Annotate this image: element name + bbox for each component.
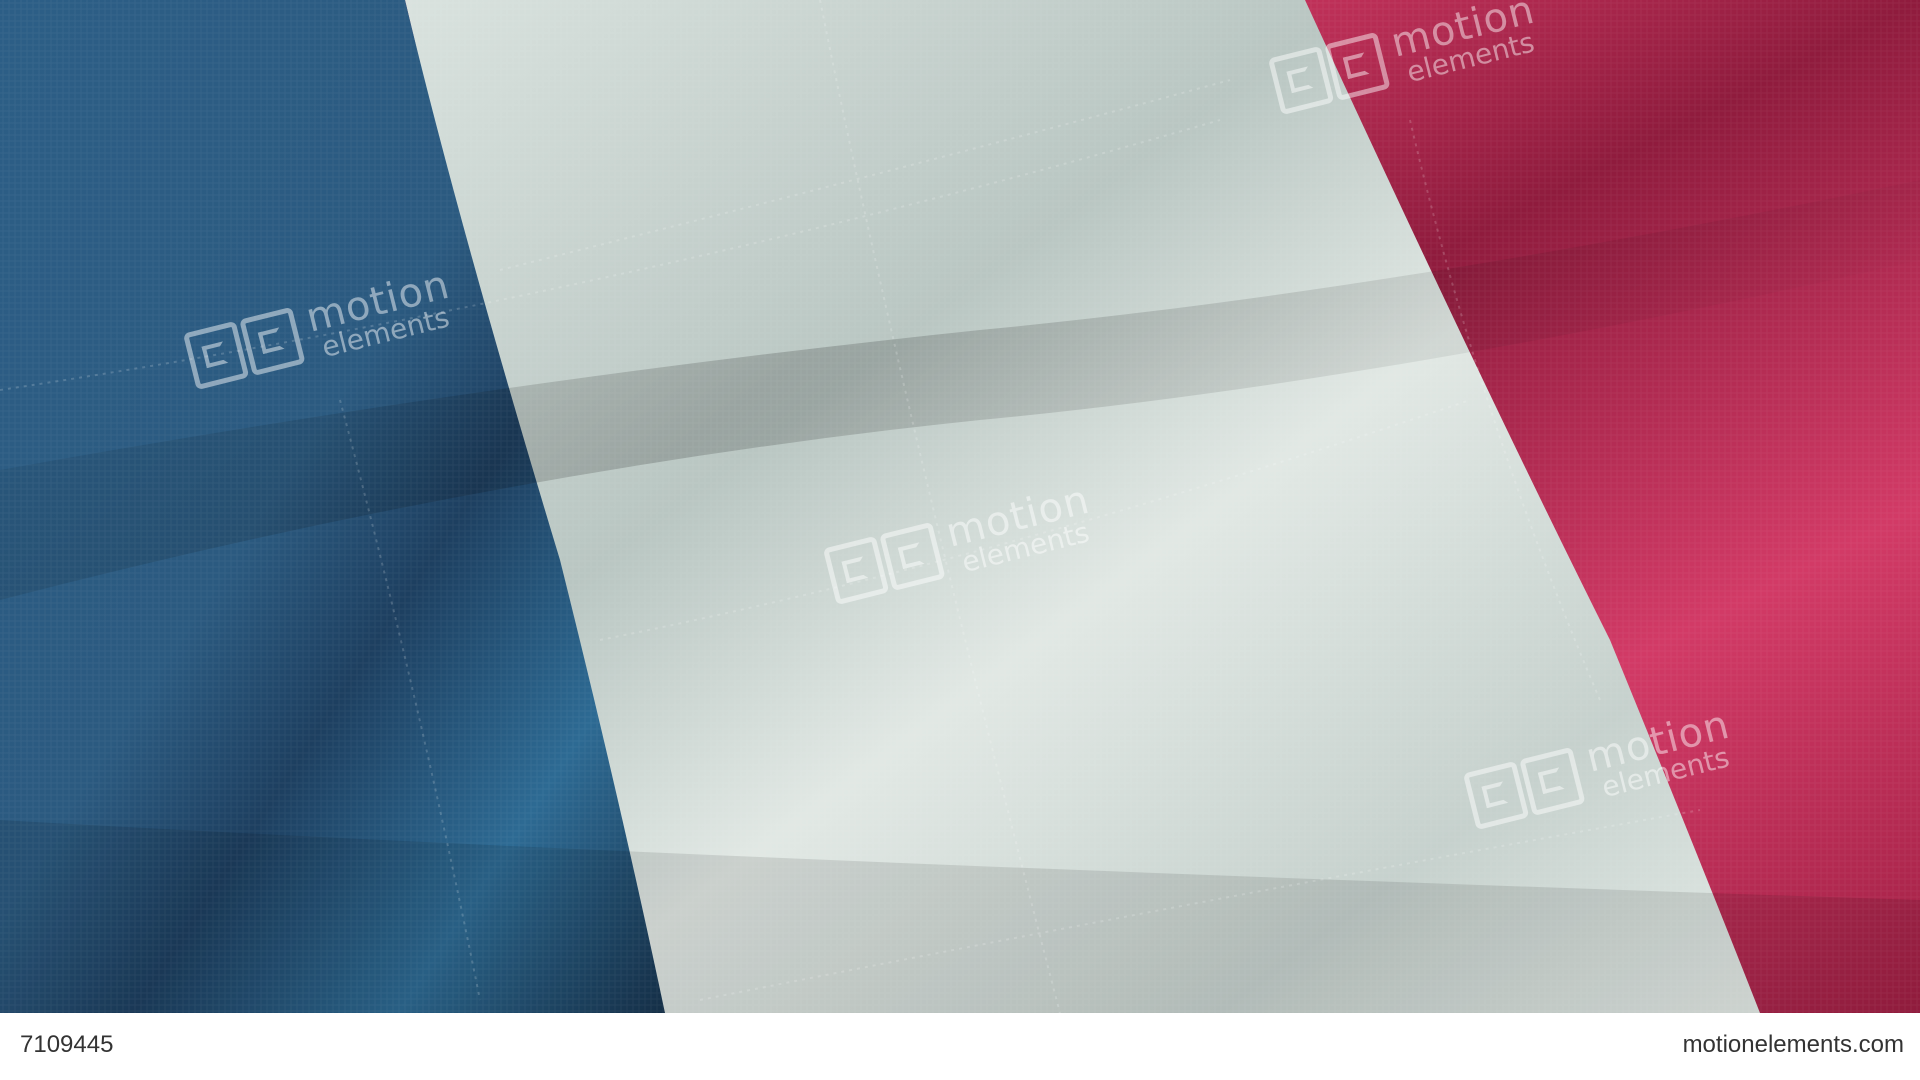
french-flag-photo: motion elements motion elements motion e…	[0, 0, 1920, 1013]
site-url: motionelements.com	[1682, 1031, 1904, 1058]
stock-photo: motion elements motion elements motion e…	[0, 0, 1920, 1080]
stock-id: 7109445	[20, 1031, 114, 1058]
caption-bar: 7109445 motionelements.com	[0, 1013, 1920, 1080]
fabric-texture	[0, 0, 1920, 1013]
flag-illustration	[0, 0, 1920, 1013]
